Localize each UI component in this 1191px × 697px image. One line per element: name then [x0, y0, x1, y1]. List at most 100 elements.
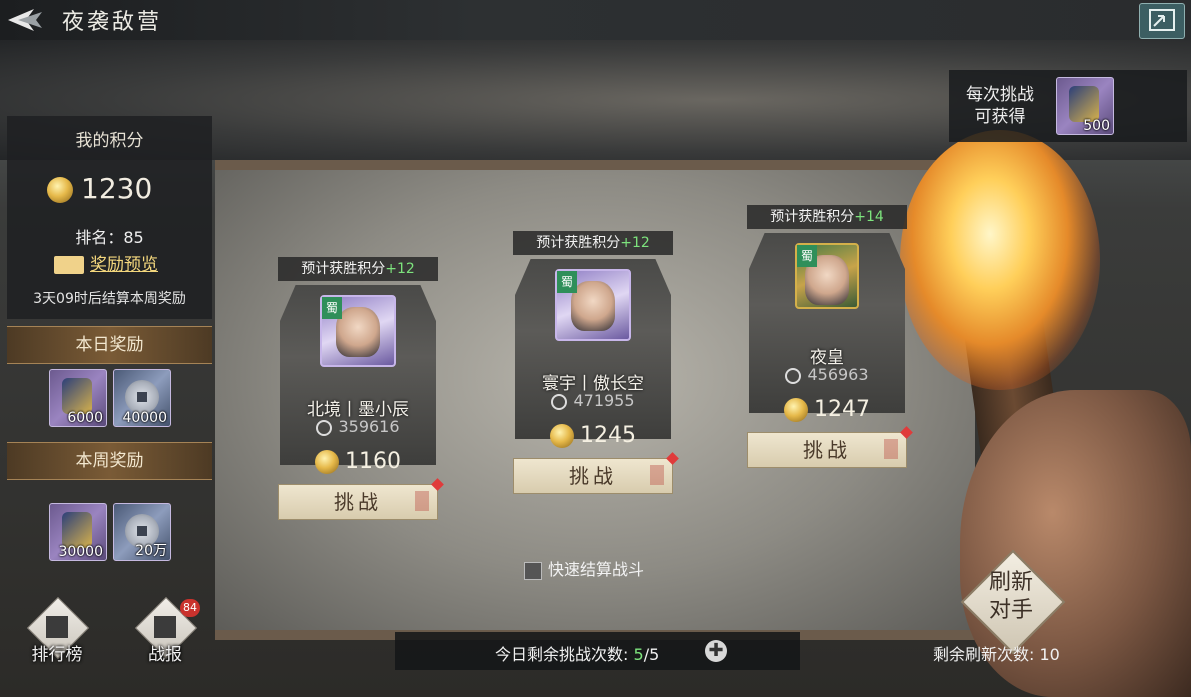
opponent-power: 359616 [278, 417, 438, 436]
my-points-number: 1230 [81, 172, 153, 205]
points-coin-icon [315, 450, 339, 474]
battle-report-label: 战报 [148, 645, 182, 665]
quick-settle-checkbox[interactable] [524, 561, 542, 580]
top-bar [0, 0, 1191, 40]
per-challenge-panel: 每次挑战 可获得 500 [949, 70, 1187, 142]
points-coin-icon [784, 398, 808, 422]
reward-count: 40000 [122, 410, 167, 426]
daily-rewards-title: 本日奖励 [7, 326, 212, 364]
settle-countdown: 3天09时后结算本周奖励 [33, 291, 186, 307]
battle-report-badge: 84 [180, 599, 200, 617]
my-points-value: 1230 [47, 172, 152, 205]
challenges-remaining-count: 5 [633, 645, 644, 664]
seal-stamp [415, 491, 429, 511]
challenges-remaining-bar: 今日剩余挑战次数: 5/5 ✚ [395, 632, 800, 670]
challenge-button[interactable]: 挑战 [278, 484, 438, 520]
chest-icon [54, 256, 84, 274]
points-value: 1160 [345, 449, 401, 474]
my-rank: 排名：85 [75, 228, 144, 247]
medal-icon [1069, 86, 1099, 122]
opponent-avatar[interactable]: 蜀 [555, 269, 631, 341]
opponent-points: 1160 [278, 449, 438, 474]
coin-cash-icon [125, 380, 159, 414]
seal-stamp [650, 465, 664, 485]
exit-icon [1149, 9, 1175, 31]
points-value: 1245 [580, 423, 636, 448]
avatar-portrait [336, 307, 380, 357]
opponent-avatar[interactable]: 蜀 [320, 295, 396, 367]
leaderboard-button[interactable]: 排行榜 [22, 596, 92, 670]
challenges-remaining-text: 今日剩余挑战次数: 5/5 [495, 641, 659, 665]
opponent-points: 1245 [513, 423, 673, 448]
challenge-button[interactable]: 挑战 [747, 432, 907, 468]
opponent-power: 456963 [747, 365, 907, 384]
quick-settle-toggle[interactable]: 快速结算战斗 [524, 556, 644, 580]
per-challenge-item[interactable]: 500 [1056, 77, 1114, 135]
points-coin-icon [550, 424, 574, 448]
refresh-label: 刷新 对手 [966, 569, 1056, 625]
opponent-card-3: 预计获胜积分+14 蜀 夜皇 456963 1247 挑战 [747, 205, 913, 470]
reward-count: 6000 [67, 410, 103, 426]
opponent-card-1: 预计获胜积分+12 蜀 北境丨墨小辰 359616 1160 挑战 [278, 257, 444, 522]
quick-settle-label: 快速结算战斗 [548, 560, 645, 579]
exit-button[interactable] [1139, 3, 1185, 39]
medal-icon [62, 378, 92, 414]
points-value: 1247 [814, 397, 870, 422]
points-coin-icon [47, 177, 73, 203]
per-challenge-line2: 可获得 [974, 107, 1026, 127]
predict-points: 预计获胜积分+12 [513, 231, 673, 255]
avatar-portrait [571, 281, 615, 331]
power-icon [316, 419, 333, 436]
my-points-title: 我的积分 [75, 131, 144, 151]
challenge-label: 挑战 [803, 438, 851, 462]
power-icon [785, 367, 802, 384]
power-icon [551, 393, 568, 410]
back-arrow-icon[interactable] [4, 6, 44, 34]
faction-badge: 蜀 [557, 271, 577, 293]
seal-stamp [884, 439, 898, 459]
battle-report-icon [154, 616, 176, 638]
per-challenge-line1: 每次挑战 [966, 85, 1034, 105]
power-value: 456963 [807, 365, 869, 384]
page-title: 夜袭敌营 [62, 10, 163, 35]
add-challenges-button[interactable]: ✚ [705, 640, 727, 662]
opponent-points: 1247 [747, 397, 907, 422]
predict-points: 预计获胜积分+12 [278, 257, 438, 281]
predict-label: 预计获胜积分 [536, 235, 621, 251]
daily-reward-medal[interactable]: 6000 [49, 369, 107, 427]
weekly-rewards-title: 本周奖励 [7, 442, 212, 480]
weekly-reward-medal[interactable]: 30000 [49, 503, 107, 561]
challenge-label: 挑战 [334, 490, 382, 514]
per-challenge-count: 500 [1083, 118, 1110, 134]
refresh-remaining-text: 剩余刷新次数: 10 [933, 645, 1060, 664]
reward-preview-label: 奖励预览 [90, 255, 158, 275]
predict-label: 预计获胜积分 [301, 261, 386, 277]
reward-preview-link[interactable]: 奖励预览 [54, 250, 158, 275]
opponent-card-2: 预计获胜积分+12 蜀 寰宇丨傲长空 471955 1245 挑战 [513, 231, 679, 496]
torch-fire [900, 130, 1100, 390]
challenge-button[interactable]: 挑战 [513, 458, 673, 494]
opponent-avatar[interactable]: 蜀 [795, 243, 859, 309]
challenges-total: /5 [643, 645, 660, 664]
reward-count: 30000 [58, 544, 103, 560]
leaderboard-label: 排行榜 [31, 645, 83, 665]
medal-icon [62, 512, 92, 548]
power-value: 471955 [573, 391, 635, 410]
refresh-line2: 对手 [988, 598, 1033, 623]
reward-count: 20万 [135, 543, 167, 559]
weekly-reward-coins[interactable]: 20万 [113, 503, 171, 561]
predict-plus: +14 [854, 209, 884, 225]
predict-plus: +12 [385, 261, 415, 277]
challenges-remaining-label: 今日剩余挑战次数: [495, 645, 629, 664]
per-challenge-label: 每次挑战 可获得 [955, 84, 1045, 128]
challenge-label: 挑战 [569, 464, 617, 488]
faction-badge: 蜀 [797, 245, 817, 267]
leaderboard-icon [46, 616, 68, 638]
refresh-opponents-button[interactable]: 刷新 对手 [960, 549, 1066, 655]
my-points-panel: 我的积分 1230 排名：85 奖励预览 3天09时后结算本周奖励 [7, 116, 212, 319]
predict-label: 预计获胜积分 [770, 209, 855, 225]
predict-points: 预计获胜积分+14 [747, 205, 907, 229]
faction-badge: 蜀 [322, 297, 342, 319]
daily-reward-coins[interactable]: 40000 [113, 369, 171, 427]
predict-plus: +12 [620, 235, 650, 251]
